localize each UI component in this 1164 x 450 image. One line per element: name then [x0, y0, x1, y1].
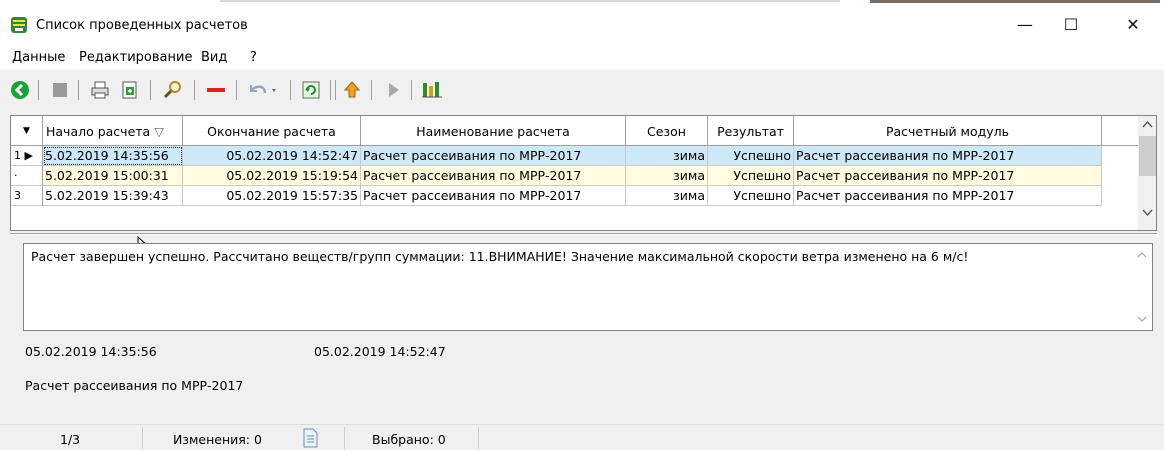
cell-result[interactable]: Успешно [708, 166, 794, 186]
cell-name[interactable]: Расчет рассеивания по МРР-2017 [361, 166, 626, 186]
maximize-button[interactable]: ☐ [1048, 8, 1094, 40]
search-icon[interactable] [163, 80, 183, 100]
close-button[interactable]: ✕ [1110, 8, 1156, 40]
status-selected: Выбрано: 0 [372, 432, 446, 447]
sort-icon: ▽ [154, 123, 164, 139]
cell-start[interactable]: 5.02.2019 15:00:31 [43, 166, 183, 186]
minimize-button[interactable]: — [1002, 8, 1048, 40]
print-icon[interactable] [90, 80, 110, 100]
scroll-up-icon[interactable] [1136, 250, 1148, 260]
column-module-header[interactable]: Расчетный модуль [794, 116, 1102, 146]
calc-icon[interactable] [421, 80, 443, 100]
row-indicator-header[interactable]: ▼ [11, 116, 43, 146]
calculations-grid[interactable]: ▼ Начало расчета ▽ Окончание расчета Наи… [10, 115, 1157, 231]
column-end-header[interactable]: Окончание расчета [183, 116, 361, 146]
toolbar-separator [194, 80, 195, 100]
toolbar-separator [290, 80, 291, 100]
cell-end[interactable]: 05.02.2019 15:19:54 [183, 166, 361, 186]
cell-start[interactable]: 5.02.2019 15:39:43 [43, 186, 183, 206]
column-season-header[interactable]: Сезон [626, 116, 708, 146]
play-icon[interactable] [383, 80, 403, 100]
cell-name[interactable]: Расчет рассеивания по МРР-2017 [361, 146, 626, 166]
scroll-down-icon[interactable] [1136, 314, 1148, 324]
document-icon[interactable] [302, 428, 318, 448]
result-message-box[interactable]: Расчет завершен успешно. Рассчитано веще… [23, 243, 1153, 331]
table-row[interactable]: 3 5.02.2019 15:39:43 05.02.2019 15:57:35… [11, 186, 1138, 206]
menu-view[interactable]: Вид [201, 50, 227, 65]
refresh-icon[interactable] [301, 80, 321, 100]
menu-data[interactable]: Данные [12, 50, 65, 65]
column-start-header[interactable]: Начало расчета ▽ [43, 116, 183, 146]
column-result-label: Результат [717, 123, 784, 139]
status-separator [142, 427, 143, 449]
column-start-label: Начало расчета [46, 123, 151, 139]
column-name-label: Наименование расчета [416, 123, 570, 139]
status-changes: Изменения: 0 [173, 432, 262, 447]
table-row[interactable]: 1 ▶ 5.02.2019 14:35:56 05.02.2019 14:52:… [11, 146, 1138, 166]
cell-end[interactable]: 05.02.2019 14:52:47 [183, 146, 361, 166]
cell-season[interactable]: зима [626, 166, 708, 186]
column-module-label: Расчетный модуль [885, 123, 1010, 139]
column-season-label: Сезон [647, 123, 686, 139]
cell-season[interactable]: зима [626, 146, 708, 166]
splitter[interactable] [10, 233, 1157, 235]
toolbar-separator [78, 80, 79, 100]
grid-header: ▼ Начало расчета ▽ Окончание расчета Наи… [11, 116, 1138, 146]
cell-module[interactable]: Расчет рассеивания по МРР-2017 [794, 146, 1102, 166]
status-position: 1/3 [60, 432, 81, 447]
app-icon [11, 17, 27, 33]
background-shade [220, 0, 840, 2]
upload-icon[interactable] [342, 80, 362, 100]
title-bar[interactable]: Список проведенных расчетов — ☐ ✕ [0, 8, 1164, 44]
menu-bar: Данные Редактирование Вид ? [0, 44, 1164, 70]
undo-icon[interactable] [245, 80, 281, 100]
row-indicator[interactable]: · [11, 166, 43, 186]
cell-name[interactable]: Расчет рассеивания по МРР-2017 [361, 186, 626, 206]
cell-season[interactable]: зима [626, 186, 708, 206]
column-name-header[interactable]: Наименование расчета [361, 116, 626, 146]
cell-result[interactable]: Успешно [708, 146, 794, 166]
row-indicator[interactable]: 3 [11, 186, 43, 206]
detail-start: 05.02.2019 14:35:56 [25, 344, 157, 359]
column-result-header[interactable]: Результат [708, 116, 794, 146]
detail-end: 05.02.2019 14:52:47 [314, 344, 446, 359]
column-end-label: Окончание расчета [207, 123, 336, 139]
table-row[interactable]: · 5.02.2019 15:00:31 05.02.2019 15:19:54… [11, 166, 1138, 186]
export-icon[interactable] [120, 80, 140, 100]
cell-end[interactable]: 05.02.2019 15:57:35 [183, 186, 361, 206]
delete-icon[interactable] [205, 80, 227, 100]
toolbar-separator [38, 80, 39, 100]
row-indicator[interactable]: 1 ▶ [11, 146, 43, 166]
detail-name: Расчет рассеивания по МРР-2017 [25, 378, 244, 393]
stop-icon[interactable] [50, 80, 70, 100]
cell-start[interactable]: 5.02.2019 14:35:56 [43, 146, 183, 166]
status-separator [344, 427, 345, 449]
toolbar-separator [371, 80, 372, 100]
toolbar [0, 72, 1164, 108]
toolbar-separator [335, 80, 336, 100]
result-message: Расчет завершен успешно. Рассчитано веще… [31, 249, 969, 264]
toolbar-separator [330, 80, 331, 100]
status-bar: 1/3 Изменения: 0 Выбрано: 0 [0, 424, 1164, 450]
cell-module[interactable]: Расчет рассеивания по МРР-2017 [794, 166, 1102, 186]
back-icon[interactable] [10, 80, 30, 100]
toolbar-separator [411, 80, 412, 100]
background-shade-dark [870, 0, 1160, 3]
toolbar-separator [236, 80, 237, 100]
cell-result[interactable]: Успешно [708, 186, 794, 206]
status-separator [478, 427, 479, 449]
window-title: Список проведенных расчетов [36, 18, 248, 33]
grid-scrollbar[interactable] [1138, 116, 1156, 230]
toolbar-separator [150, 80, 151, 100]
background-window-strip [0, 0, 1164, 8]
menu-edit[interactable]: Редактирование [79, 50, 192, 65]
menu-help[interactable]: ? [250, 50, 257, 65]
cell-module[interactable]: Расчет рассеивания по МРР-2017 [794, 186, 1102, 206]
